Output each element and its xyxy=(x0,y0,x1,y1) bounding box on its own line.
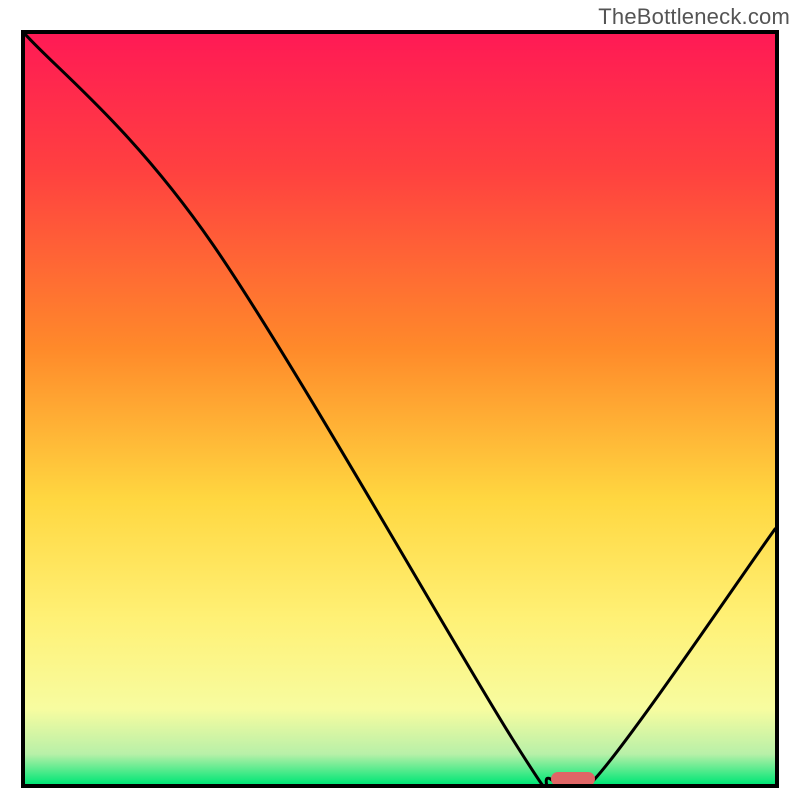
gradient-background xyxy=(25,34,775,784)
plot-area xyxy=(25,34,775,784)
plot-border xyxy=(21,30,779,788)
watermark-text: TheBottleneck.com xyxy=(598,4,790,30)
optimal-marker xyxy=(551,772,595,786)
chart-frame: TheBottleneck.com xyxy=(0,0,800,800)
